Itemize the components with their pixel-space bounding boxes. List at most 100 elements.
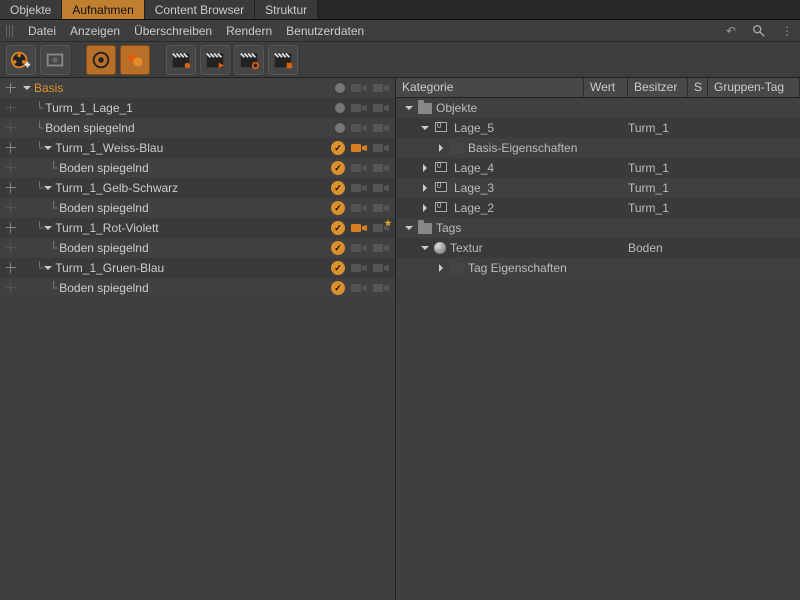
category-row[interactable]: TexturBoden [396, 238, 800, 258]
category-row[interactable]: Lage_3Turm_1 [396, 178, 800, 198]
status-check-icon[interactable]: ✓ [331, 281, 345, 295]
col-wert[interactable]: Wert [584, 78, 628, 97]
expander-icon[interactable] [436, 143, 446, 153]
col-gruppen-tag[interactable]: Gruppen-Tag [708, 78, 800, 97]
history-icon[interactable]: ↶ [724, 24, 738, 38]
node-label[interactable]: Boden spiegelnd [59, 241, 148, 255]
camera2-icon[interactable] [373, 182, 389, 194]
category-row[interactable]: Lage_2Turm_1 [396, 198, 800, 218]
visibility-icon[interactable] [4, 281, 18, 295]
camera-icon[interactable] [351, 222, 367, 234]
expander-icon[interactable] [420, 183, 430, 193]
status-dot-icon[interactable] [335, 123, 345, 133]
tree-row[interactable]: └Turm_1_Gruen-Blau✓ [0, 258, 395, 278]
expander-icon[interactable] [43, 223, 53, 233]
category-row[interactable]: Tags [396, 218, 800, 238]
col-besitzer[interactable]: Besitzer [628, 78, 688, 97]
menu-anzeigen[interactable]: Anzeigen [70, 24, 120, 38]
expander-icon[interactable] [22, 83, 32, 93]
camera-icon[interactable] [351, 142, 367, 154]
visibility-icon[interactable] [4, 101, 18, 115]
tree-row[interactable]: └Turm_1_Rot-Violett✓ [0, 218, 395, 238]
camera-icon[interactable] [351, 162, 367, 174]
tool-reel-add[interactable] [6, 45, 36, 75]
status-check-icon[interactable]: ✓ [331, 261, 345, 275]
camera2-icon[interactable] [373, 202, 389, 214]
menu-datei[interactable]: Datei [28, 24, 56, 38]
camera-icon[interactable] [351, 242, 367, 254]
menu-benutzerdaten[interactable]: Benutzerdaten [286, 24, 364, 38]
expander-icon[interactable] [420, 163, 430, 173]
tree-row[interactable]: └Turm_1_Weiss-Blau✓ [0, 138, 395, 158]
status-check-icon[interactable]: ✓ [331, 221, 345, 235]
node-label[interactable]: Turm_1_Gruen-Blau [55, 261, 164, 275]
menu-rendern[interactable]: Rendern [226, 24, 272, 38]
visibility-icon[interactable] [4, 81, 18, 95]
tree-row[interactable]: Basis [0, 78, 395, 98]
tool-frame[interactable] [40, 45, 70, 75]
expander-icon[interactable] [43, 143, 53, 153]
category-row[interactable]: Lage_5Turm_1 [396, 118, 800, 138]
expander-icon[interactable] [404, 103, 414, 113]
tree-row[interactable]: └Turm_1_Gelb-Schwarz✓ [0, 178, 395, 198]
expander-icon[interactable] [420, 203, 430, 213]
category-row[interactable]: Tag Eigenschaften [396, 258, 800, 278]
menu-überschreiben[interactable]: Überschreiben [134, 24, 212, 38]
node-label[interactable]: Boden spiegelnd [59, 201, 148, 215]
camera2-icon[interactable] [373, 162, 389, 174]
tool-clapper-1[interactable] [166, 45, 196, 75]
node-label[interactable]: Turm_1_Gelb-Schwarz [55, 181, 178, 195]
camera2-icon[interactable] [373, 282, 389, 294]
node-label[interactable]: Boden spiegelnd [59, 161, 148, 175]
expander-icon[interactable] [43, 183, 53, 193]
tool-clapper-3[interactable] [234, 45, 264, 75]
tree-row[interactable]: └Turm_1_Lage_1 [0, 98, 395, 118]
tab-content-browser[interactable]: Content Browser [145, 0, 255, 19]
visibility-icon[interactable] [4, 201, 18, 215]
camera-icon[interactable] [351, 82, 367, 94]
camera-icon[interactable] [351, 102, 367, 114]
visibility-icon[interactable] [4, 181, 18, 195]
category-row[interactable]: Lage_4Turm_1 [396, 158, 800, 178]
tree-row[interactable]: └Boden spiegelnd✓ [0, 198, 395, 218]
camera-icon[interactable] [351, 182, 367, 194]
visibility-icon[interactable] [4, 261, 18, 275]
status-check-icon[interactable]: ✓ [331, 161, 345, 175]
status-dot-icon[interactable] [335, 83, 345, 93]
tool-clapper-4[interactable] [268, 45, 298, 75]
tree-row[interactable]: └Boden spiegelnd✓ [0, 278, 395, 298]
tree-row[interactable]: └Boden spiegelnd✓ [0, 238, 395, 258]
node-label[interactable]: Turm_1_Weiss-Blau [55, 141, 163, 155]
status-check-icon[interactable]: ✓ [331, 141, 345, 155]
tab-objekte[interactable]: Objekte [0, 0, 62, 19]
camera-icon[interactable] [351, 262, 367, 274]
menu-overflow-icon[interactable]: ⋮ [780, 24, 794, 38]
search-icon[interactable] [752, 24, 766, 38]
camera2-icon[interactable] [373, 82, 389, 94]
expander-icon[interactable] [43, 263, 53, 273]
status-dot-icon[interactable] [335, 103, 345, 113]
camera2-icon[interactable] [373, 222, 389, 234]
category-row[interactable]: Basis-Eigenschaften [396, 138, 800, 158]
tool-clapper-2[interactable] [200, 45, 230, 75]
camera2-icon[interactable] [373, 122, 389, 134]
node-label[interactable]: Turm_1_Lage_1 [45, 101, 133, 115]
takes-tree[interactable]: Basis└Turm_1_Lage_1└Boden spiegelnd └Turm… [0, 78, 395, 600]
camera2-icon[interactable] [373, 242, 389, 254]
expander-icon[interactable] [420, 243, 430, 253]
visibility-icon[interactable] [4, 141, 18, 155]
camera-icon[interactable] [351, 202, 367, 214]
expander-icon[interactable] [404, 223, 414, 233]
tool-blobs[interactable] [120, 45, 150, 75]
camera2-icon[interactable] [373, 142, 389, 154]
node-label[interactable]: Turm_1_Rot-Violett [55, 221, 158, 235]
expander-icon[interactable] [436, 263, 446, 273]
camera-icon[interactable] [351, 282, 367, 294]
node-label[interactable]: Boden spiegelnd [59, 281, 148, 295]
tool-target[interactable] [86, 45, 116, 75]
node-label[interactable]: Boden spiegelnd [45, 121, 134, 135]
tree-row[interactable]: └Boden spiegelnd [0, 118, 395, 138]
visibility-icon[interactable] [4, 161, 18, 175]
tab-aufnahmen[interactable]: Aufnahmen [62, 0, 144, 19]
camera-icon[interactable] [351, 122, 367, 134]
